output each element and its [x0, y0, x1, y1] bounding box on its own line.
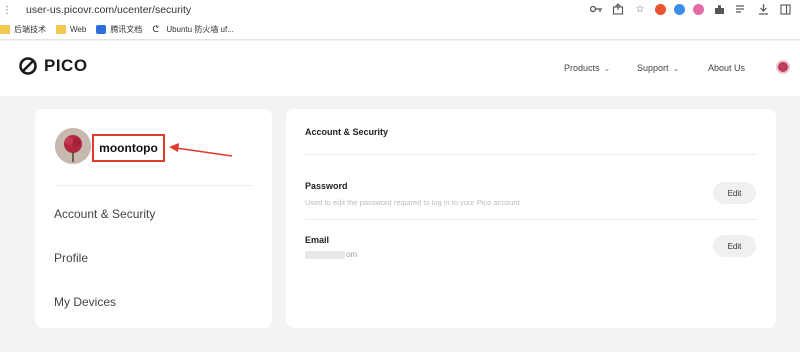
chevron-down-icon: ⌄: [672, 63, 680, 73]
sidebar-item-profile[interactable]: Profile: [54, 251, 88, 265]
user-avatar[interactable]: [776, 60, 790, 74]
extensions-puzzle-icon[interactable]: [712, 2, 726, 16]
share-icon[interactable]: [611, 2, 625, 16]
url-text[interactable]: user-us.picovr.com/ucenter/security: [26, 4, 191, 16]
account-security-panel: Account & Security Password Used to edit…: [286, 109, 776, 328]
bookmark-label: 后端技术: [14, 25, 46, 34]
bookmark-star-icon[interactable]: ☆: [633, 2, 647, 16]
site-header: PICO Products ⌄ Support ⌄ About Us: [0, 41, 800, 96]
browser-toolbar-icons: ☆: [589, 2, 792, 16]
chevron-down-icon: ⌄: [603, 63, 611, 73]
extension-icon[interactable]: [655, 3, 666, 15]
logo-text: PICO: [44, 56, 88, 75]
email-redacted: [305, 251, 345, 259]
bookmark-label: 腾讯文档: [110, 25, 143, 34]
edit-password-button[interactable]: Edit: [713, 182, 756, 204]
email-label: Email: [305, 235, 330, 245]
nav-about-us[interactable]: About Us: [708, 63, 745, 73]
key-icon[interactable]: [589, 2, 603, 16]
sidebar-item-account-security[interactable]: Account & Security: [54, 207, 155, 221]
username: moontopo: [99, 141, 158, 155]
folder-icon: [56, 25, 66, 34]
bookmark-item[interactable]: 腾讯文档: [96, 24, 142, 35]
extension-icon[interactable]: [674, 3, 685, 15]
bookmark-item[interactable]: ᕦ Ubuntu 防火墙 uf...: [152, 24, 234, 35]
divider: [55, 185, 253, 186]
browser-address-bar: ⋮ user-us.picovr.com/ucenter/security ☆: [0, 0, 800, 20]
annotation-arrow: [169, 143, 233, 157]
nav-support-label: Support: [637, 63, 669, 73]
bookmark-item[interactable]: Web: [56, 25, 86, 34]
reading-list-icon[interactable]: [734, 2, 748, 16]
section-title: Account & Security: [305, 127, 389, 137]
tencent-docs-icon: [96, 25, 107, 34]
site-info-icon[interactable]: ⋮: [2, 4, 12, 16]
password-description: Used to edit the password required to lo…: [305, 198, 520, 207]
side-panel-icon[interactable]: [778, 2, 792, 16]
sidebar-item-my-devices[interactable]: My Devices: [54, 295, 116, 309]
bookmarks-bar: 后端技术 Web 腾讯文档 ᕦ Ubuntu 防火墙 uf...: [0, 20, 800, 40]
email-value-suffix: om: [346, 250, 358, 259]
bookmark-label: Web: [70, 25, 87, 34]
nav-products[interactable]: Products ⌄: [564, 63, 610, 73]
nav-products-label: Products: [564, 63, 600, 73]
divider: [305, 154, 757, 155]
folder-icon: [0, 25, 10, 34]
username-highlight-box: moontopo: [92, 134, 165, 162]
pico-logo-icon: [19, 57, 37, 75]
password-label: Password: [305, 181, 348, 191]
pico-logo[interactable]: PICO: [18, 56, 88, 76]
bookmark-label: Ubuntu 防火墙 uf...: [166, 25, 234, 34]
bookmark-item[interactable]: 后端技术: [0, 24, 46, 35]
nav-about-label: About Us: [708, 63, 746, 73]
profile-avatar: [55, 128, 91, 164]
account-sidebar: moontopo Account & Security Profile My D…: [35, 109, 272, 328]
edit-email-button[interactable]: Edit: [713, 235, 756, 257]
ubuntu-page-icon: ᕦ: [152, 24, 159, 34]
nav-support[interactable]: Support ⌄: [637, 63, 679, 73]
download-icon[interactable]: [756, 2, 770, 16]
extension-icon[interactable]: [693, 3, 704, 15]
divider: [305, 219, 757, 220]
